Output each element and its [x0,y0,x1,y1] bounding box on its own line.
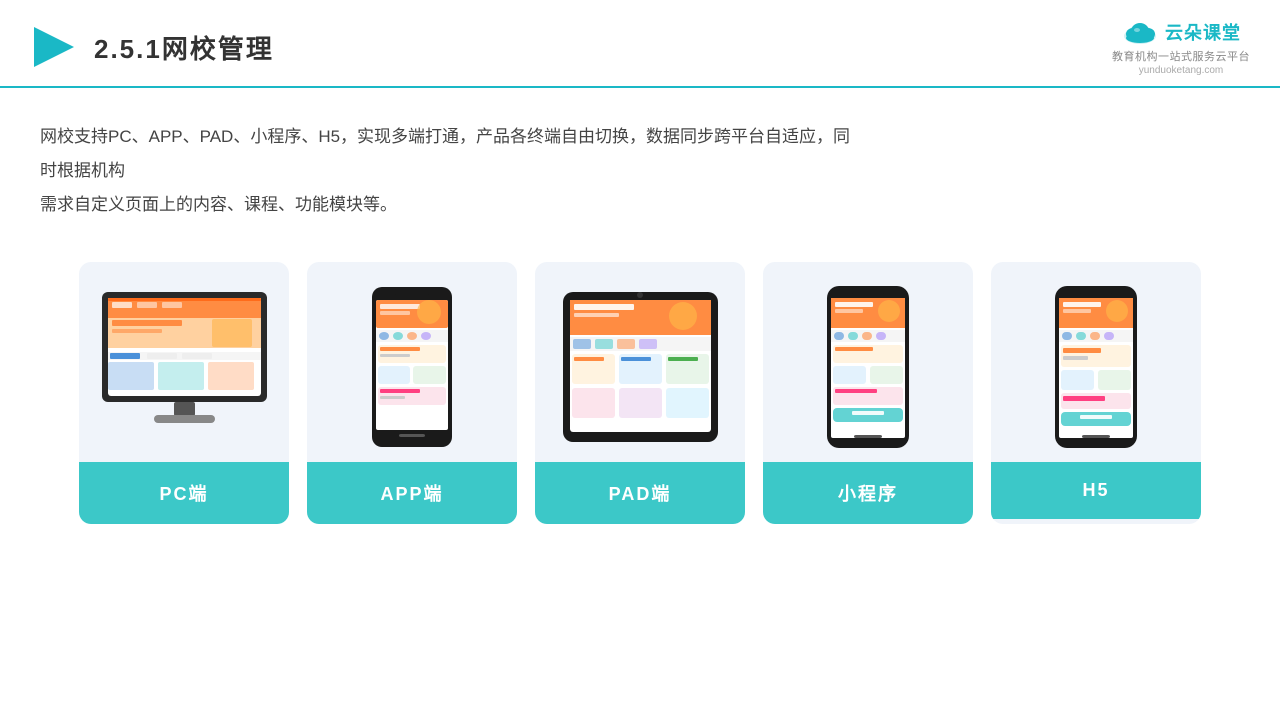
card-h5-label: H5 [991,462,1201,519]
logo-area: 云朵课堂 教育机构一站式服务云平台 yunduoketang.com [1112,18,1250,76]
description-paragraph: 网校支持PC、APP、PAD、小程序、H5，实现多端打通，产品各终端自由切换，数… [40,120,860,222]
h5-device-icon [1052,283,1140,451]
card-mini-label: 小程序 [763,462,973,524]
card-app: APP端 [307,262,517,524]
logo-text: 云朵课堂 [1165,19,1241,45]
pc-device-icon [92,282,277,452]
card-pc: PC端 [79,262,289,524]
page-title: 2.5.1网校管理 [94,29,274,66]
card-pad: PAD端 [535,262,745,524]
cloud-icon [1121,18,1159,46]
card-mini-image [763,262,973,462]
description-text: 网校支持PC、APP、PAD、小程序、H5，实现多端打通，产品各终端自由切换，数… [0,88,900,242]
card-app-label: APP端 [307,462,517,524]
logo-tagline: 教育机构一站式服务云平台 [1112,48,1250,64]
app-device-icon [367,282,457,452]
card-mini: 小程序 [763,262,973,524]
header-left: 2.5.1网校管理 [30,23,274,71]
card-h5: H5 [991,262,1201,524]
logo-cloud: 云朵课堂 [1121,18,1241,46]
card-pc-label: PC端 [79,462,289,524]
pad-device-icon [558,282,723,452]
card-h5-image [991,262,1201,462]
mini-device-icon [824,283,912,451]
card-pad-label: PAD端 [535,462,745,524]
header: 2.5.1网校管理 云朵课堂 教育机构一站式服务云平台 yunduoketang… [0,0,1280,88]
card-pc-image [79,262,289,462]
logo-url: yunduoketang.com [1139,65,1224,76]
play-icon [30,23,78,71]
card-pad-image [535,262,745,462]
card-app-image [307,262,517,462]
cards-container: PC端 [0,242,1280,554]
